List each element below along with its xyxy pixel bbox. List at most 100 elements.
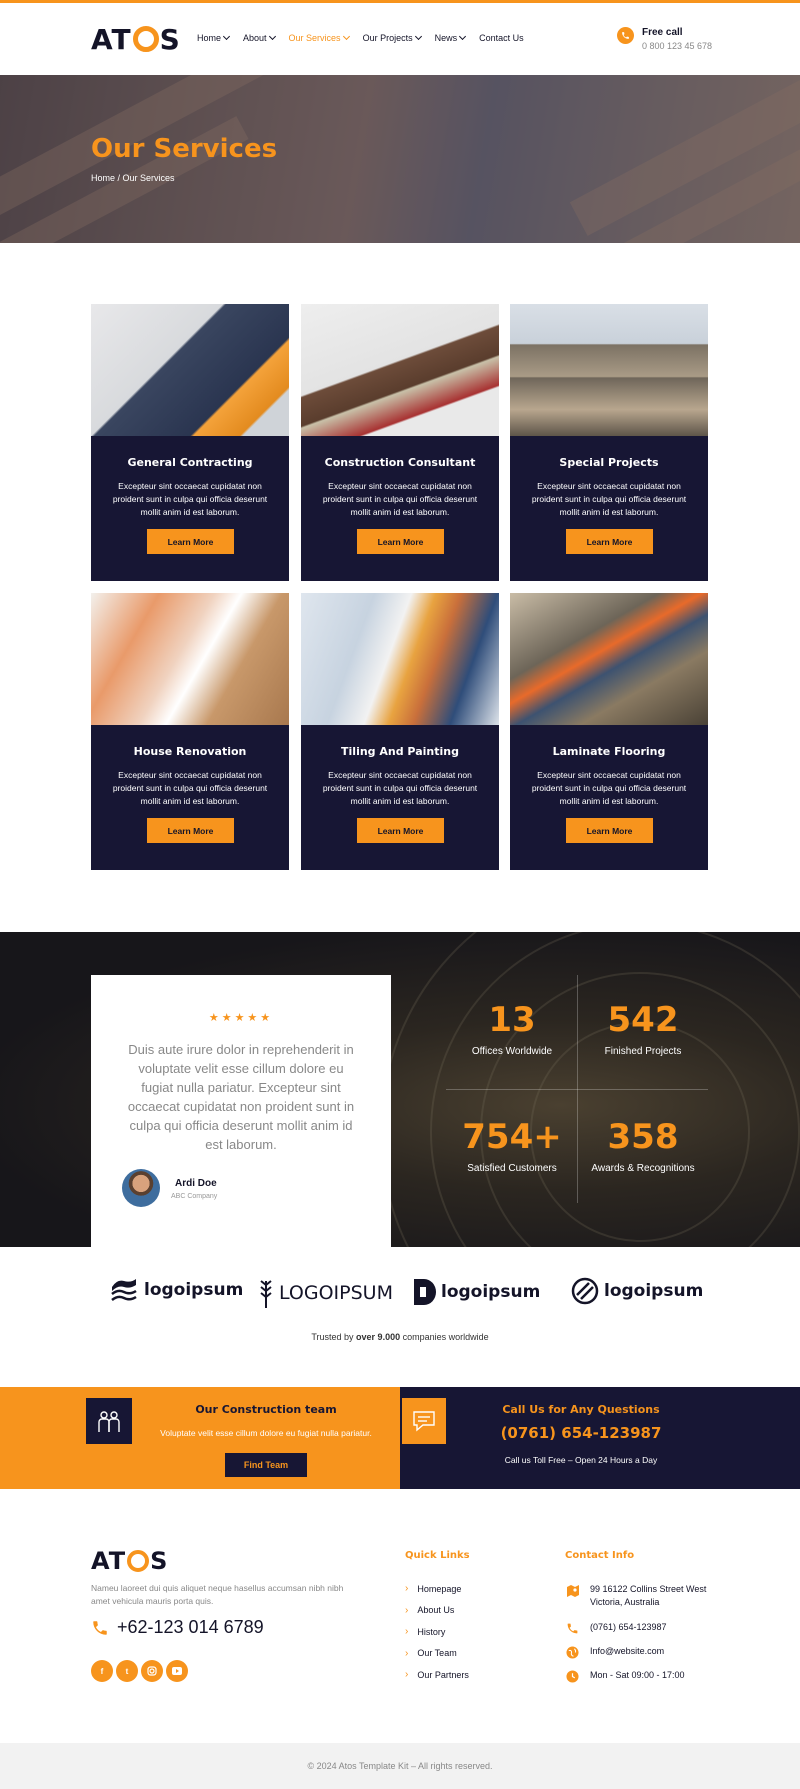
nav-item-label: Our Services: [288, 33, 341, 43]
main-nav: Home About Our Services Our Projects News Con…: [197, 32, 524, 43]
copyright-bar: © 2024 Atos Template Kit – All rights re…: [0, 1743, 800, 1789]
contact-item[interactable]: 99 16122 Collins Street West Victoria, A…: [565, 1583, 715, 1609]
learn-more-button[interactable]: Learn More: [566, 529, 653, 554]
learn-more-button[interactable]: Learn More: [357, 818, 444, 843]
partner-logo-2[interactable]: LOGOIPSUM: [258, 1277, 393, 1309]
testimonial-quote: Duis aute irure dolor in reprehenderit i…: [127, 1042, 355, 1152]
instagram-icon[interactable]: [141, 1660, 163, 1682]
partner-logo-3[interactable]: logoipsum: [412, 1277, 540, 1307]
nav-item-2[interactable]: Our Services: [288, 32, 350, 43]
team-icon: [86, 1398, 132, 1444]
avatar: [122, 1169, 160, 1207]
quick-link[interactable]: › Homepage: [405, 1583, 461, 1594]
service-image[interactable]: [301, 304, 499, 436]
nav-item-label: About: [243, 33, 267, 43]
clock-icon: [565, 1669, 580, 1684]
find-team-button[interactable]: Find Team: [225, 1453, 307, 1477]
contact-item[interactable]: Mon - Sat 09:00 - 17:00: [565, 1669, 715, 1684]
testimonial-company: ABC Company: [171, 1193, 218, 1200]
testimonial-card: ★★★★★ Duis aute irure dolor in reprehend…: [91, 975, 391, 1247]
phone-icon: [93, 1620, 107, 1635]
stat-label: Satisfied Customers: [467, 1163, 557, 1174]
chevron-down-icon: [222, 32, 231, 41]
chevron-right-icon: ›: [405, 1626, 409, 1637]
contact-item[interactable]: Info@website.com: [565, 1645, 715, 1660]
stat-value: 754+: [462, 1117, 562, 1157]
stat-label: Finished Projects: [604, 1046, 682, 1057]
service-title[interactable]: Tiling And Painting: [301, 745, 499, 758]
stat-value: 358: [607, 1117, 679, 1157]
cta-call-phone[interactable]: (0761) 654-123987: [460, 1424, 702, 1442]
partner-logo-3-text: logoipsum: [441, 1282, 541, 1302]
quick-link[interactable]: › Our Partners: [405, 1669, 469, 1680]
cta-call-title: Call Us for Any Questions: [502, 1403, 660, 1416]
service-description: Excepteur sint occaecat cupidatat non pr…: [112, 770, 268, 806]
contact-item-text: (0761) 654-123987: [590, 1622, 667, 1632]
cta-team-text: Voluptate velit esse cillum dolore eu fu…: [160, 1428, 372, 1438]
twitter-icon[interactable]: t: [116, 1660, 138, 1682]
contact-item[interactable]: (0761) 654-123987: [565, 1621, 715, 1636]
facebook-icon[interactable]: f: [91, 1660, 113, 1682]
nav-item-label: Contact Us: [479, 33, 524, 43]
footer-phone[interactable]: +62-123 014 6789: [91, 1617, 264, 1638]
service-card: House Renovation Excepteur sint occaecat …: [91, 593, 289, 870]
youtube-icon[interactable]: [166, 1660, 188, 1682]
learn-more-button[interactable]: Learn More: [357, 529, 444, 554]
service-card: Tiling And Painting Excepteur sint occaec…: [301, 593, 499, 870]
quick-links-title: Quick Links: [405, 1550, 470, 1561]
social-links: f t: [91, 1660, 188, 1682]
nav-item-0[interactable]: Home: [197, 32, 231, 43]
breadcrumb[interactable]: Home / Our Services: [91, 173, 175, 183]
chevron-right-icon: ›: [405, 1604, 409, 1616]
service-description: Excepteur sint occaecat cupidatat non pr…: [531, 770, 687, 806]
service-title[interactable]: Special Projects: [510, 456, 708, 469]
map-icon: [565, 1583, 580, 1598]
chevron-down-icon: [268, 32, 276, 41]
free-call-number: 0 800 123 45 678: [642, 41, 713, 51]
footer-logo[interactable]: AT S: [91, 1547, 168, 1575]
service-image[interactable]: [510, 593, 708, 725]
quick-link[interactable]: › About Us: [405, 1605, 454, 1616]
service-title[interactable]: Laminate Flooring: [510, 745, 708, 758]
quick-link[interactable]: › Our Team: [405, 1648, 457, 1659]
chevron-down-icon: [459, 32, 467, 41]
service-image[interactable]: [91, 593, 289, 725]
nav-item-3[interactable]: Our Projects: [363, 32, 422, 43]
chevron-down-icon: [414, 32, 422, 41]
service-title[interactable]: House Renovation: [91, 745, 289, 758]
site-logo[interactable]: AT S: [91, 23, 181, 56]
service-card: Laminate Flooring Excepteur sint occaecat…: [510, 593, 708, 870]
service-card: General Contracting Excepteur sint occaec…: [91, 304, 289, 581]
partner-logo-4[interactable]: logoipsum: [571, 1277, 703, 1305]
contact-item-text: Info@website.com: [590, 1646, 665, 1656]
partner-logo-1[interactable]: logoipsum: [109, 1277, 243, 1303]
stat-label: Awards & Recognitions: [591, 1163, 695, 1174]
stat-item: 358 Awards & Recognitions: [577, 1117, 709, 1174]
service-title[interactable]: Construction Consultant: [301, 456, 499, 469]
site-header: AT S Home About Our Services Our Projects New…: [0, 3, 800, 75]
testimonial-name: Ardi Doe: [175, 1178, 217, 1189]
nav-item-5[interactable]: Contact Us: [479, 33, 524, 43]
nav-item-4[interactable]: News: [435, 32, 467, 43]
learn-more-button[interactable]: Learn More: [147, 818, 234, 843]
stat-value: 542: [607, 1000, 679, 1040]
contact-item-text: Mon - Sat 09:00 - 17:00: [590, 1670, 685, 1680]
quick-link-label: Homepage: [417, 1583, 462, 1594]
service-image[interactable]: [510, 304, 708, 436]
partners-section: logoipsum LOGOIPSUM logoipsum logoipsum …: [0, 1247, 800, 1387]
header-free-call[interactable]: Free call 0 800 123 45 678: [617, 27, 712, 51]
quick-link[interactable]: › History: [405, 1626, 445, 1637]
learn-more-button[interactable]: Learn More: [147, 529, 234, 554]
rating-stars: ★★★★★: [208, 1012, 274, 1024]
service-image[interactable]: [91, 304, 289, 436]
service-image[interactable]: [301, 593, 499, 725]
stat-item: 542 Finished Projects: [577, 1000, 709, 1057]
waves-logo-icon: [111, 1279, 137, 1301]
nav-item-label: Home: [197, 33, 222, 43]
free-call-title: Free call: [642, 27, 683, 38]
service-title[interactable]: General Contracting: [91, 456, 289, 469]
nav-item-1[interactable]: About: [243, 32, 276, 43]
learn-more-button[interactable]: Learn More: [566, 818, 653, 843]
page-hero: Our Services Home / Our Services: [0, 75, 800, 243]
quick-link-label: History: [417, 1626, 446, 1637]
